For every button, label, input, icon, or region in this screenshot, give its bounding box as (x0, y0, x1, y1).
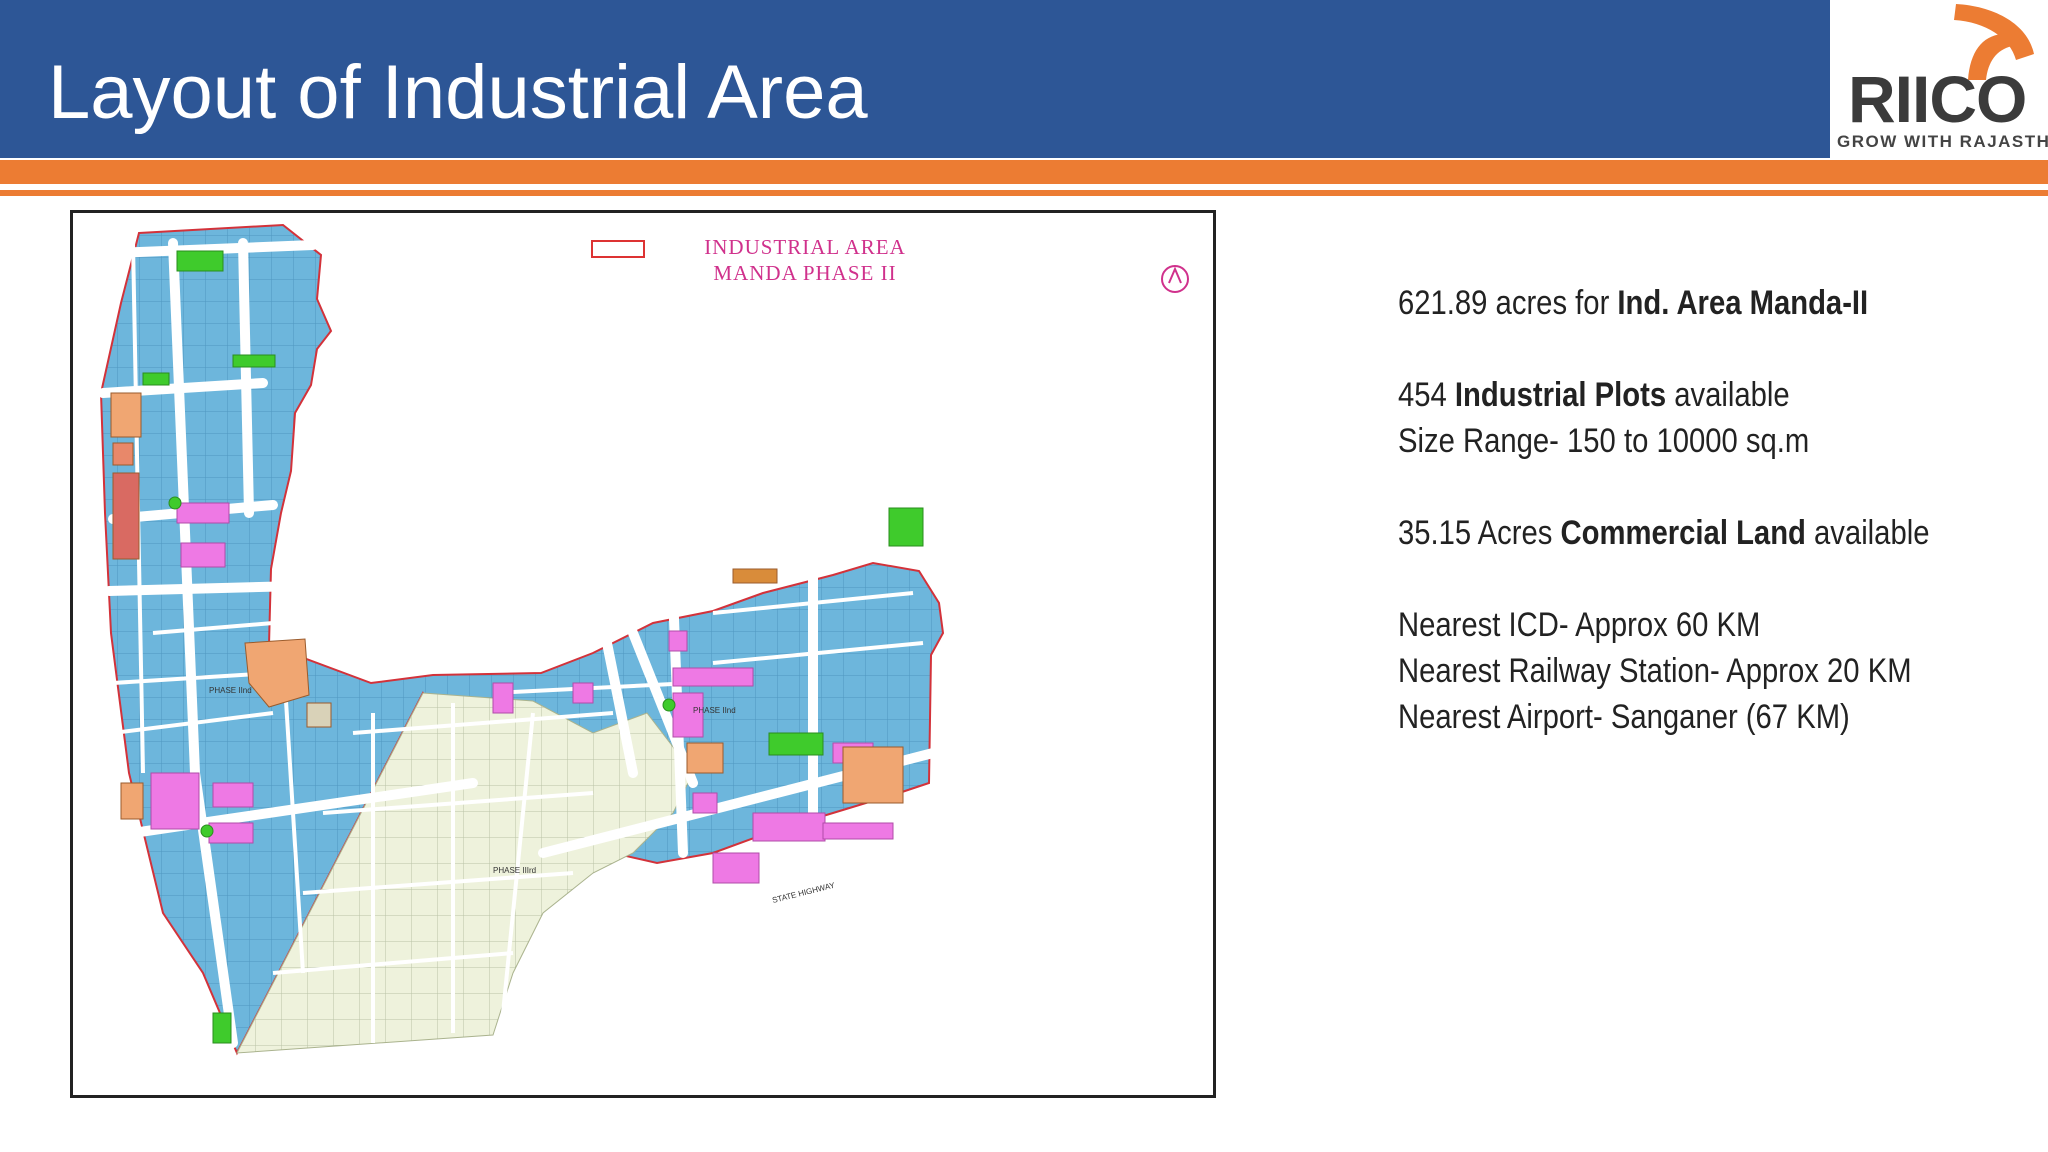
state-highway-label: STATE HIGHWAY (771, 881, 836, 905)
size-range-line: Size Range- 150 to 10000 sq.m (1398, 422, 1810, 460)
plots-line: 454 Industrial Plots available (1398, 372, 1929, 418)
map-caption-line2: MANDA PHASE II (713, 261, 897, 285)
title-bar: Layout of Industrial Area (0, 0, 1830, 158)
phase-label-1: PHASE IInd (209, 686, 252, 695)
logo-wordmark: RIICO (1848, 62, 2027, 136)
riico-logo: RIICO GROW WITH RAJASTHAN (1832, 0, 2048, 158)
map-drawing: PHASE IInd PHASE IInd PHASE IIIrd STATE … (98, 223, 1189, 1056)
industrial-area-map: PHASE IInd PHASE IInd PHASE IIIrd STATE … (70, 210, 1216, 1098)
map-caption-line1: INDUSTRIAL AREA (704, 235, 906, 259)
commercial-suffix: available (1805, 514, 1930, 552)
plots-prefix: 454 (1398, 376, 1455, 414)
logo-tagline: GROW WITH RAJASTHAN (1837, 132, 2048, 151)
accent-stripe (0, 160, 2048, 184)
north-arrow-icon (1161, 265, 1189, 293)
slide-title: Layout of Industrial Area (48, 50, 868, 135)
area-prefix: 621.89 acres for (1398, 284, 1618, 322)
area-bold: Ind. Area Manda-II (1617, 284, 1869, 322)
legend-swatch (591, 240, 645, 258)
area-line: 621.89 acres for Ind. Area Manda-II (1398, 280, 1929, 326)
accent-stripe-thin (0, 190, 2048, 196)
phase-label-3: PHASE IIIrd (493, 866, 536, 875)
plots-bold: Industrial Plots (1454, 376, 1667, 414)
commercial-prefix: 35.15 Acres (1398, 514, 1561, 552)
nearest-railway: Nearest Railway Station- Approx 20 KM (1398, 652, 1912, 690)
nearest-icd: Nearest ICD- Approx 60 KM (1398, 606, 1761, 644)
phase-label-2: PHASE IInd (693, 706, 736, 715)
nearest-airport: Nearest Airport- Sanganer (67 KM) (1398, 698, 1850, 736)
plots-suffix: available (1666, 376, 1790, 414)
info-panel: 621.89 acres for Ind. Area Manda-II 454 … (1398, 280, 1929, 740)
commercial-line: 35.15 Acres Commercial Land available (1398, 510, 1929, 556)
commercial-bold: Commercial Land (1560, 514, 1806, 552)
